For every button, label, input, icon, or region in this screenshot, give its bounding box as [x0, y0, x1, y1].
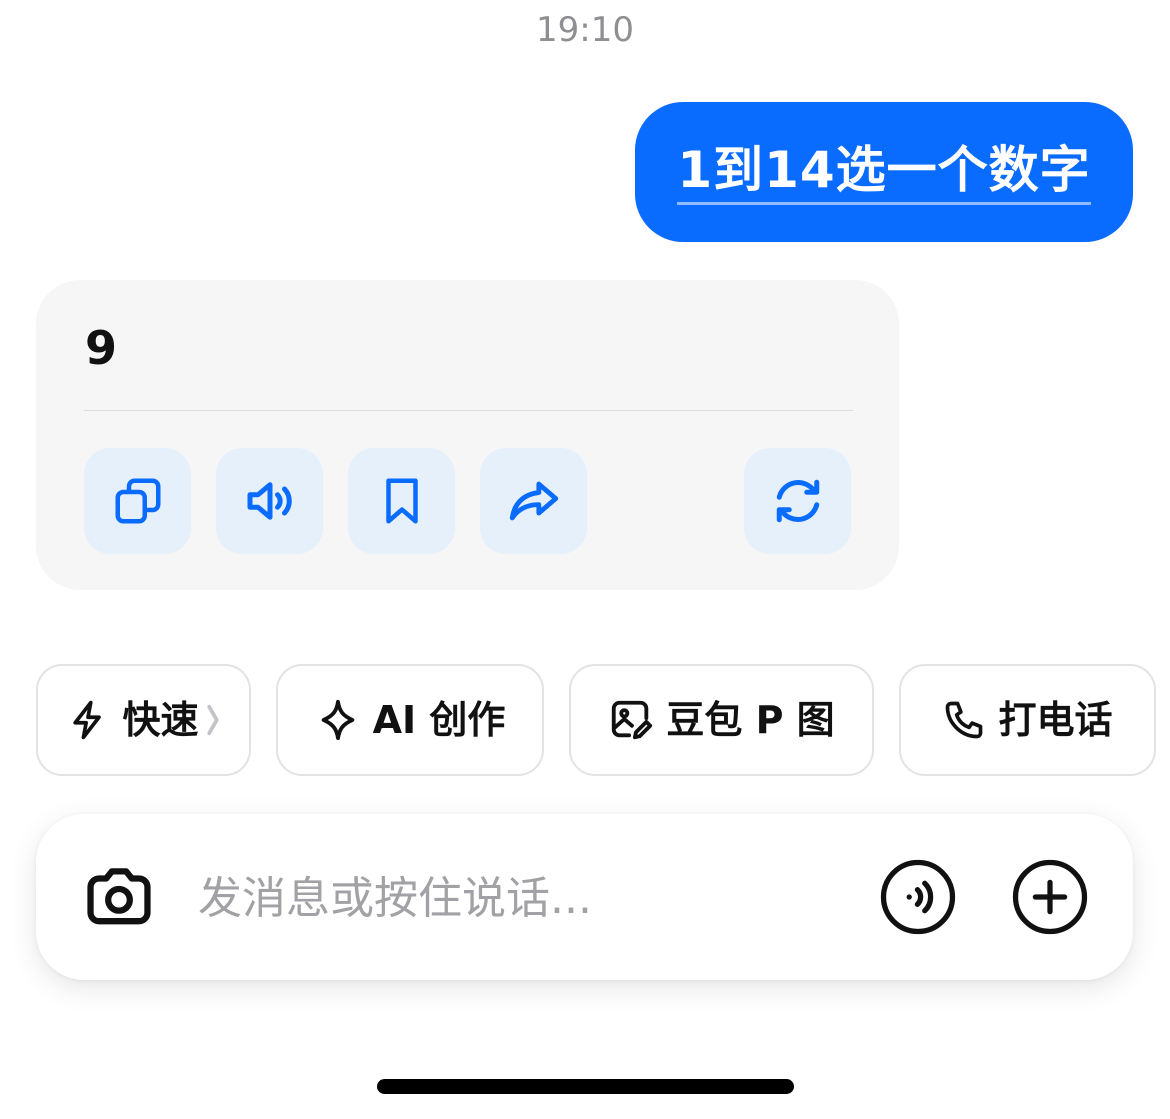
copy-icon [115, 478, 160, 524]
sparkle-icon [321, 699, 354, 741]
read-aloud-button[interactable] [216, 448, 323, 554]
chat-screen: 19:10 1到14选一个数字 9 快速 AI 创作 豆包 P 图 打电话 发消… [0, 0, 1170, 1119]
chip-image-edit-label: 豆包 P 图 [666, 698, 835, 742]
reply-divider [84, 410, 853, 411]
bookmark-button[interactable] [348, 448, 455, 554]
regenerate-button[interactable] [744, 448, 851, 554]
chip-fast-mode[interactable]: 快速 [36, 664, 251, 776]
chip-ai-create-label: AI 创作 [372, 698, 506, 742]
image-edit-icon [612, 700, 653, 740]
lightning-icon [73, 700, 102, 740]
speaker-icon [247, 482, 292, 520]
add-attachment-button[interactable] [1012, 859, 1088, 935]
user-message-bubble[interactable]: 1到14选一个数字 [635, 102, 1133, 242]
bookmark-icon [385, 478, 418, 524]
message-timestamp: 19:10 [536, 10, 634, 50]
chip-image-edit[interactable]: 豆包 P 图 [569, 664, 874, 776]
chevron-right-icon [206, 704, 219, 736]
home-indicator [377, 1079, 794, 1094]
user-message-text: 1到14选一个数字 [677, 140, 1091, 205]
voice-call-button[interactable] [880, 859, 956, 935]
refresh-icon [776, 479, 819, 523]
chip-fast-mode-label: 快速 [122, 698, 199, 742]
camera-icon [87, 868, 151, 925]
chip-ai-create[interactable]: AI 创作 [276, 664, 544, 776]
plus-circle-icon [1012, 859, 1088, 935]
share-button[interactable] [480, 448, 587, 554]
copy-button[interactable] [84, 448, 191, 554]
chip-phone-call-label: 打电话 [998, 698, 1113, 742]
message-input[interactable] [198, 870, 838, 926]
phone-icon [946, 701, 983, 739]
chip-phone-call[interactable]: 打电话 [899, 664, 1156, 776]
voice-wave-icon [880, 859, 956, 935]
assistant-reply-text: 9 [85, 321, 118, 375]
share-icon [509, 481, 558, 521]
camera-button[interactable] [82, 862, 156, 932]
